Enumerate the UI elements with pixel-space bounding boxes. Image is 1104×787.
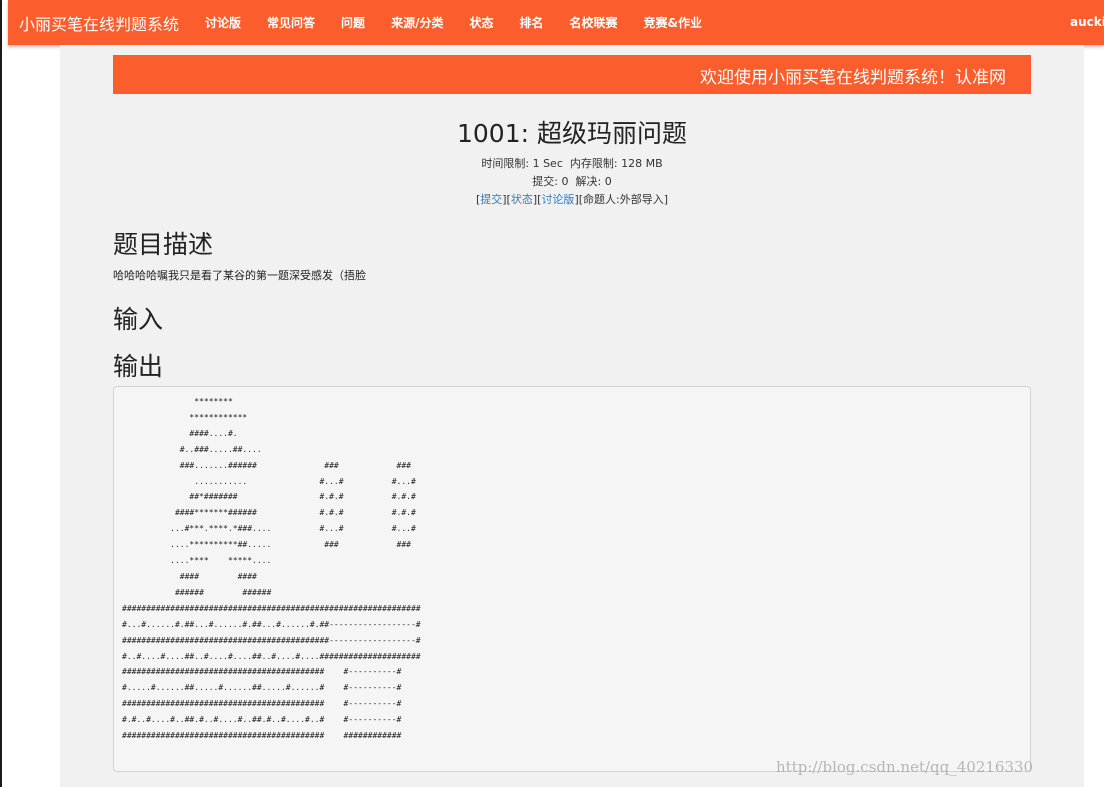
limits-line: 时间限制: 1 Sec 内存限制: 128 MB [60,155,1084,171]
discuss-link[interactable]: 讨论版 [541,193,574,206]
memory-limit-label: 内存限制: [569,157,618,170]
problem-links: [提交][状态][讨论版][命题人:外部导入] [475,193,669,206]
submit-count: 0 [561,175,569,188]
problem-title: 1001: 超级玛丽问题 [457,119,687,148]
output-ascii-art: ******** ************ ####....#. #..###.… [122,397,421,741]
memory-limit-value: 128 MB [621,157,663,170]
output-sample-box: ******** ************ ####....#. #..###.… [113,386,1031,772]
nav-item-school-league[interactable]: 名校联赛 [569,14,617,31]
time-limit-value: 1 Sec [532,157,563,170]
input-heading: 输入 [113,305,164,334]
nav-item-status[interactable]: 状态 [469,14,493,31]
status-link[interactable]: 状态 [511,193,533,206]
welcome-marquee: 欢迎使用小丽买笔在线判题系统！认准网 [113,55,1031,94]
output-heading: 输出 [113,352,164,381]
solved-count: 0 [604,175,612,188]
nav-item-faq[interactable]: 常见问答 [267,14,315,31]
main-container: 欢迎使用小丽买笔在线判题系统！认准网 1001: 超级玛丽问题 时间限制: 1 … [60,45,1084,787]
nav-item-ranking[interactable]: 排名 [519,14,543,31]
description-heading: 题目描述 [113,230,214,259]
nav-item-discuss[interactable]: 讨论版 [205,14,241,31]
submit-link[interactable]: 提交 [480,193,502,206]
nav-item-problems[interactable]: 问题 [341,14,365,31]
csdn-watermark: http://blog.csdn.net/qq_40216330 [776,758,1034,776]
problem-setter: [命题人:外部导入] [578,193,669,206]
nav-item-contests[interactable]: 竞赛&作业 [644,14,702,31]
nav-item-categories[interactable]: 来源/分类 [391,14,443,31]
brand-link[interactable]: 小丽买笔在线判题系统 [19,11,179,35]
submit-count-label: 提交: [532,175,558,188]
user-menu[interactable]: aucki [1070,15,1104,29]
solved-count-label: 解决: [575,175,602,188]
description-text: 哈哈哈哈嘱我只是看了某谷的第一题深受感发（捂脸 [113,269,366,282]
marquee-text: 欢迎使用小丽买笔在线判题系统！认准网 [700,68,1006,88]
stats-line: 提交: 0 解决: 0 [60,173,1084,189]
time-limit-label: 时间限制: [481,157,530,170]
window-border [0,0,2,787]
top-navbar: 小丽买笔在线判题系统 讨论版 常见问答 问题 来源/分类 状态 排名 名校联赛 … [8,0,1104,45]
